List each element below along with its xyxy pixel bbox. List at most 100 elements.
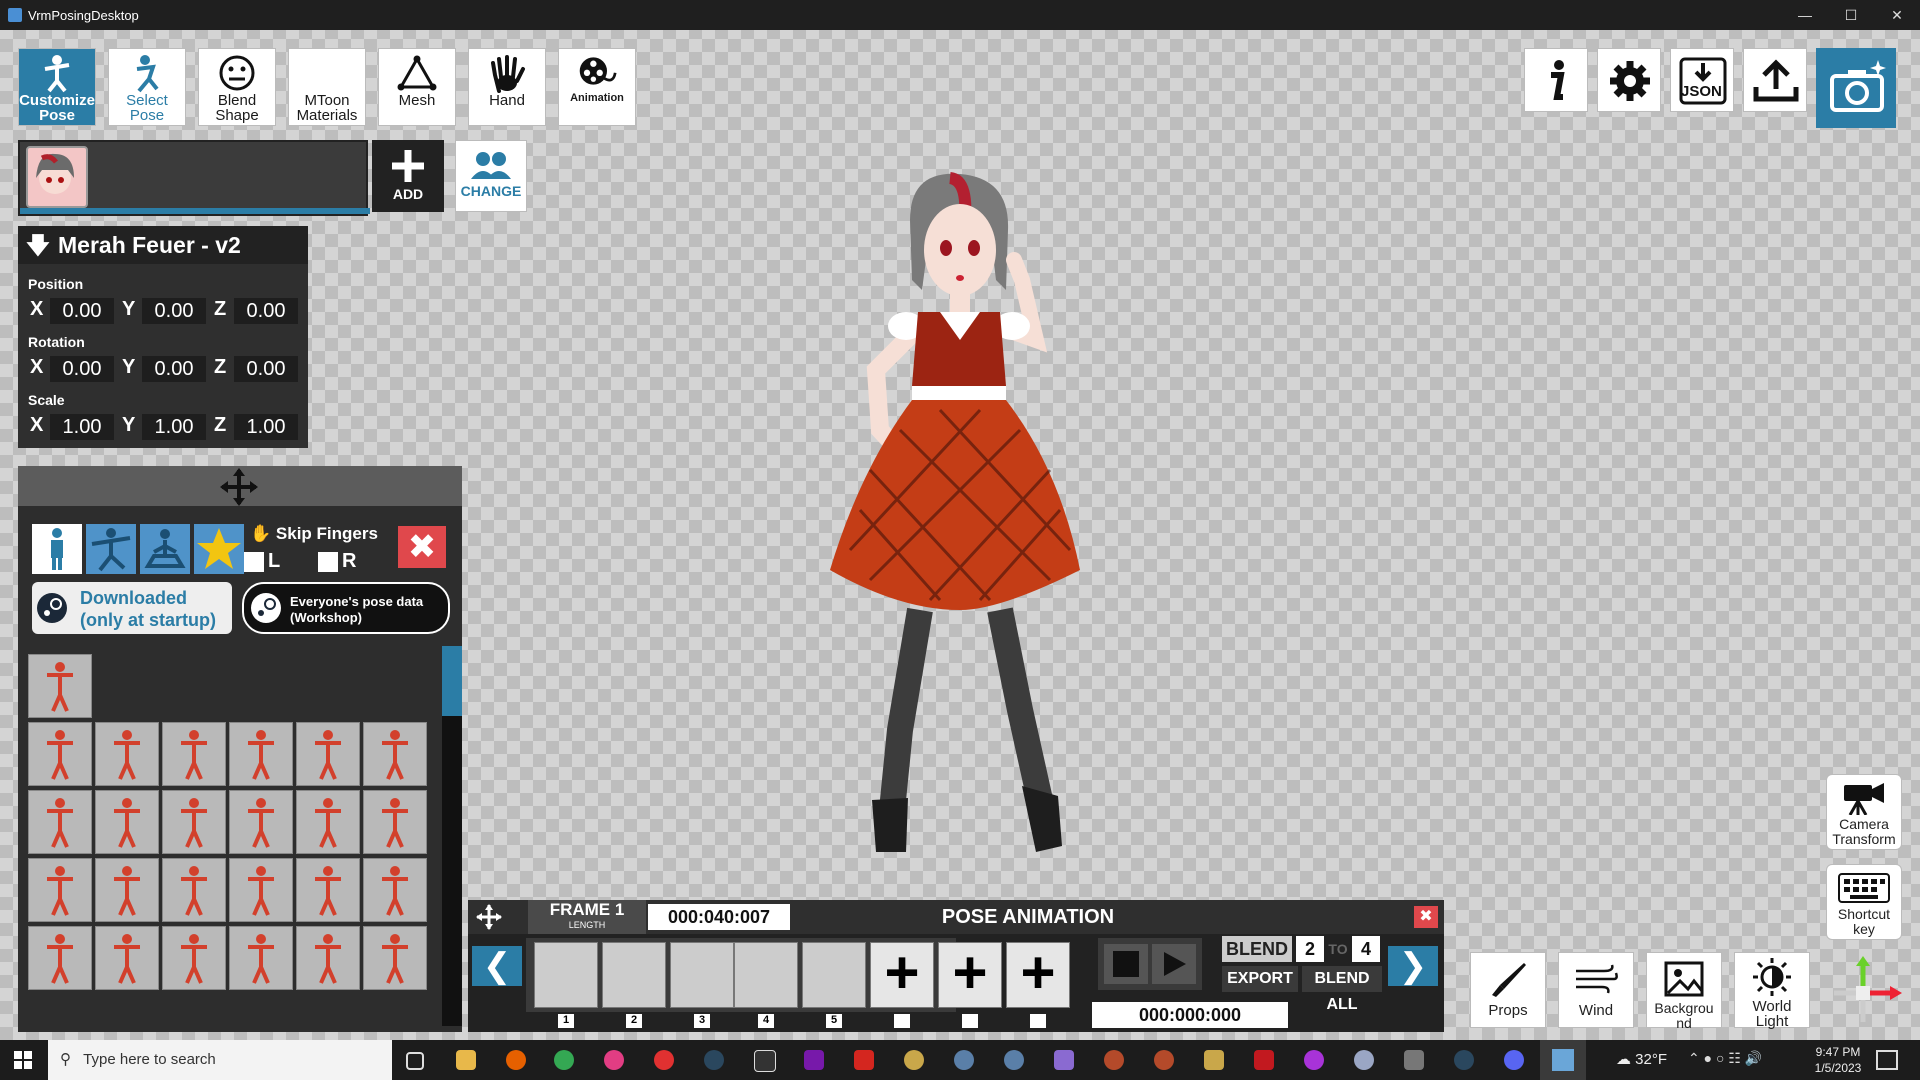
mesh-button[interactable]: Mesh [378,48,456,126]
keyframe-thumbnail[interactable] [802,942,866,1008]
pose-thumbnail[interactable] [363,926,427,990]
pose-thumbnail[interactable] [95,926,159,990]
add-keyframe-button[interactable]: + [870,942,934,1008]
pose-thumbnail[interactable] [162,790,226,854]
json-button[interactable]: JSON [1670,48,1734,112]
app-icon[interactable] [1354,1050,1374,1070]
scale-x-field[interactable]: 1.00 [50,414,114,440]
close-animation-button[interactable]: ✖ [1414,906,1438,928]
customize-pose-button[interactable]: Customize Pose [18,48,96,126]
previous-frame-button[interactable]: ❮ [472,946,522,986]
filter-favorites-button[interactable] [194,524,244,574]
blend-shape-button[interactable]: Blend Shape [198,48,276,126]
pose-scrollbar-thumb[interactable] [442,646,462,716]
onenote-icon[interactable] [804,1050,824,1070]
clock[interactable]: 9:47 PM 1/5/2023 [1808,1044,1868,1076]
pose-thumbnail[interactable] [229,790,293,854]
vrm-character-model[interactable] [800,170,1180,860]
app-icon[interactable] [1404,1050,1424,1070]
blend-to-field[interactable]: 4 [1352,936,1380,962]
pose-thumbnail[interactable] [229,722,293,786]
skip-fingers-right-checkbox[interactable] [318,552,338,572]
world-light-button[interactable]: World Light [1734,952,1810,1029]
rotation-x-field[interactable]: 0.00 [50,356,114,382]
settings-button[interactable] [1597,48,1661,112]
task-view-icon[interactable] [406,1052,424,1070]
background-button[interactable]: Background [1646,952,1722,1031]
keyframe-thumbnail[interactable] [670,942,734,1008]
stop-button[interactable] [1104,944,1148,984]
rotation-y-field[interactable]: 0.00 [142,356,206,382]
notifications-icon[interactable] [1876,1050,1898,1070]
app-icon[interactable] [1154,1050,1174,1070]
pose-panel-drag-bar[interactable] [18,466,462,506]
wind-button[interactable]: Wind [1558,952,1634,1028]
current-time-field[interactable]: 000:000:000 [1092,1002,1288,1028]
position-z-field[interactable]: 0.00 [234,298,298,324]
filter-sitting-button[interactable] [140,524,190,574]
app-icon[interactable] [1304,1050,1324,1070]
pose-thumbnail[interactable] [363,858,427,922]
transform-header[interactable]: 🡇 Merah Feuer - v2 [18,226,308,264]
pose-thumbnail[interactable] [95,858,159,922]
blend-from-field[interactable]: 2 [1296,936,1324,962]
pose-thumbnail[interactable] [363,790,427,854]
epic-games-icon[interactable] [754,1050,776,1072]
app-icon[interactable] [1004,1050,1024,1070]
shortcut-key-button[interactable]: Shortcut key [1826,864,1902,940]
blend-all-button[interactable]: BLEND ALL [1302,966,1382,1013]
pose-thumbnail[interactable] [363,722,427,786]
hand-button[interactable]: Hand [468,48,546,126]
close-pose-panel-button[interactable]: ✖ [398,526,446,568]
minimize-button[interactable]: — [1782,0,1828,30]
props-button[interactable]: Props [1470,952,1546,1028]
pose-thumbnail[interactable] [28,722,92,786]
keyframe-thumbnail[interactable] [534,942,598,1008]
add-keyframe-button[interactable]: + [1006,942,1070,1008]
pose-thumbnail[interactable] [162,722,226,786]
pose-thumbnail[interactable] [28,654,92,718]
weather-widget[interactable]: ☁ 32°F [1616,1050,1667,1068]
keyframe-thumbnail[interactable] [602,942,666,1008]
wps-office-icon[interactable] [854,1050,874,1070]
ea-app-icon[interactable] [654,1050,674,1070]
pose-thumbnail[interactable] [296,926,360,990]
active-app-icon[interactable] [1540,1040,1586,1080]
scale-z-field[interactable]: 1.00 [234,414,298,440]
pose-thumbnail[interactable] [296,858,360,922]
info-button[interactable] [1524,48,1588,112]
change-avatar-button[interactable]: CHANGE [455,140,527,212]
rotation-z-field[interactable]: 0.00 [234,356,298,382]
pose-thumbnail[interactable] [229,926,293,990]
length-field[interactable]: 000:040:007 [648,904,790,930]
taskbar-search-box[interactable]: ⚲ Type here to search [48,1040,392,1080]
move-arrows-icon[interactable] [220,468,258,506]
scale-y-field[interactable]: 1.00 [142,414,206,440]
animation-button[interactable]: Animation [558,48,636,126]
filter-standing-button[interactable] [32,524,82,574]
screenshot-button[interactable] [1816,48,1896,128]
pose-thumbnail[interactable] [229,858,293,922]
pose-thumbnail[interactable] [296,722,360,786]
app-icon[interactable] [1104,1050,1124,1070]
downloaded-poses-tab[interactable]: Downloaded (only at startup) [32,582,232,634]
app-icon[interactable] [1454,1050,1474,1070]
discord-icon[interactable] [1504,1050,1524,1070]
filter-action-button[interactable] [86,524,136,574]
app-icon[interactable] [1254,1050,1274,1070]
keyframe-thumbnail[interactable] [734,942,798,1008]
export-upload-button[interactable] [1743,48,1807,112]
firefox-icon[interactable] [506,1050,526,1070]
system-tray[interactable]: ⌃ ● ○ ☷ 🔊 [1688,1050,1762,1067]
add-avatar-button[interactable]: ADD [372,140,444,212]
app-icon[interactable] [1054,1050,1074,1070]
camera-transform-button[interactable]: Camera Transform [1826,774,1902,850]
avatar-slot[interactable] [18,140,370,216]
close-button[interactable]: ✕ [1874,0,1920,30]
pose-thumbnail[interactable] [95,722,159,786]
pose-thumbnail[interactable] [296,790,360,854]
position-x-field[interactable]: 0.00 [50,298,114,324]
select-pose-button[interactable]: Select Pose [108,48,186,126]
add-keyframe-button[interactable]: + [938,942,1002,1008]
steam-taskbar-icon[interactable] [704,1050,724,1070]
